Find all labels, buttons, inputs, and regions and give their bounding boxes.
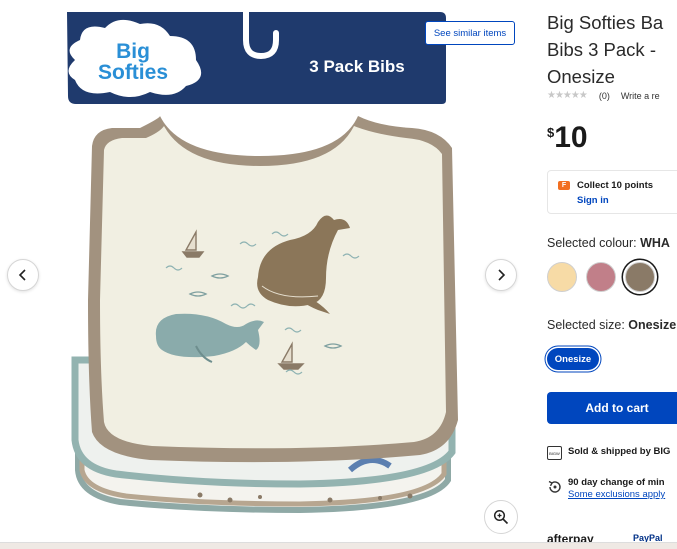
title-line-1: Big Softies Ba — [547, 12, 664, 33]
write-review-link[interactable]: Write a re — [621, 91, 660, 101]
zoom-in-icon — [493, 509, 509, 525]
product-image: Big Softies 3 Pack Bibs — [67, 9, 458, 514]
returns-text: 90 day change of min — [568, 477, 665, 488]
points-icon: F — [558, 181, 570, 190]
add-to-cart-button[interactable]: Add to cart — [547, 392, 677, 424]
product-page: Big Softies 3 Pack Bibs See similar item… — [0, 0, 677, 549]
size-label-text: Selected size: — [547, 318, 629, 332]
exclusions-link[interactable]: Some exclusions apply — [568, 489, 665, 500]
price: $ 10 — [547, 121, 588, 155]
chevron-left-icon — [18, 269, 26, 281]
svg-text:Softies: Softies — [98, 61, 168, 84]
points-label: Collect 10 points — [577, 180, 654, 191]
bottom-bar — [0, 542, 677, 549]
return-icon — [548, 480, 561, 493]
see-similar-button[interactable]: See similar items — [425, 21, 515, 45]
zoom-button[interactable] — [484, 500, 518, 534]
title-line-3: Onesize — [547, 66, 615, 87]
colour-value: WHA — [640, 236, 670, 250]
points-box: F Collect 10 points Sign in — [547, 170, 677, 214]
pack-label: 3 Pack Bibs — [309, 57, 404, 76]
size-label: Selected size: Onesize — [547, 318, 676, 332]
price-amount: 10 — [554, 121, 588, 154]
size-value: Onesize — [628, 318, 677, 332]
colour-label: Selected colour: WHA — [547, 236, 670, 250]
product-title: Big Softies Ba Bibs 3 Pack - Onesize — [547, 9, 677, 90]
image-gallery: Big Softies 3 Pack Bibs See similar item… — [0, 0, 540, 549]
swatch-taupe[interactable] — [625, 262, 655, 292]
product-details: Big Softies Ba Bibs 3 Pack - Onesize ★★★… — [547, 0, 677, 549]
swatch-rose[interactable] — [586, 262, 616, 292]
rating-row: ★★★★★ (0) Write a re — [547, 90, 660, 101]
svg-text:Big: Big — [116, 40, 150, 63]
swatch-cream[interactable] — [547, 262, 577, 292]
colour-label-text: Selected colour: — [547, 236, 641, 250]
title-line-2: Bibs 3 Pack - — [547, 39, 656, 60]
sold-by-text: Sold & shipped by BIG — [568, 446, 671, 457]
review-count: (0) — [598, 90, 610, 101]
store-icon: BIGW — [547, 446, 562, 460]
star-rating: ★★★★★ — [547, 90, 588, 101]
price-currency: $ — [547, 125, 555, 140]
previous-image-button[interactable] — [7, 259, 39, 291]
next-image-button[interactable] — [485, 259, 517, 291]
size-option-onesize[interactable]: Onesize — [547, 348, 599, 370]
chevron-right-icon — [498, 269, 506, 281]
sign-in-link[interactable]: Sign in — [577, 195, 609, 206]
